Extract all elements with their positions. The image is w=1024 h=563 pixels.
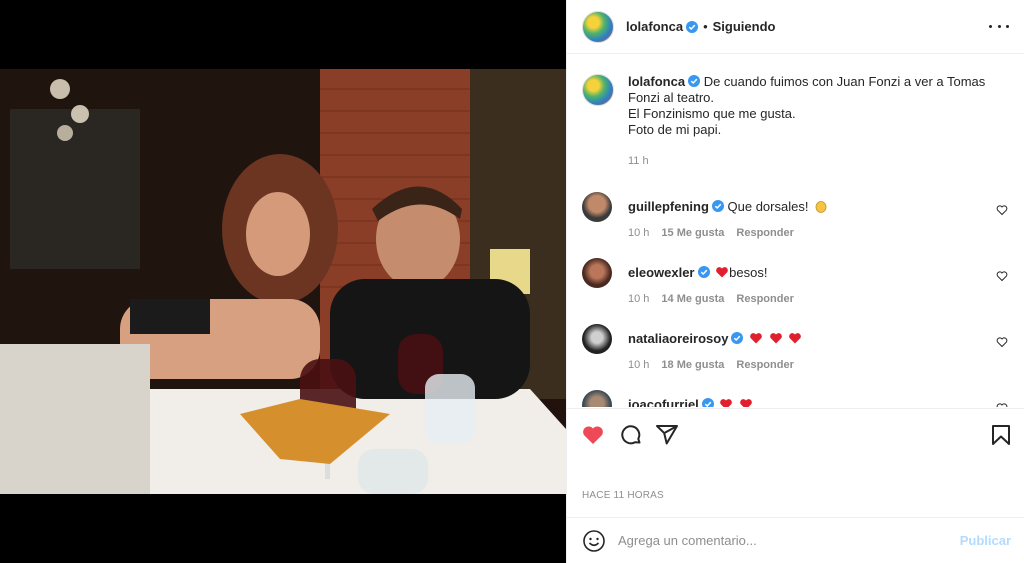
avatar[interactable] xyxy=(582,390,612,407)
comment-username[interactable]: eleowexler xyxy=(628,265,695,280)
comment-likes[interactable]: 14 Me gusta xyxy=(661,293,724,305)
avatar[interactable] xyxy=(582,10,614,43)
avatar[interactable] xyxy=(582,192,612,222)
share-icon[interactable] xyxy=(655,423,679,447)
comment-time[interactable]: 10 h xyxy=(628,359,649,371)
post-side-panel: lolafonca • Siguiendo lolafonca De cuand… xyxy=(566,0,1024,563)
comment-item: eleowexler besos! 10 h 14 Me gusta Respo… xyxy=(582,258,1012,305)
red-heart-emoji xyxy=(720,399,733,407)
heart-filled-icon[interactable] xyxy=(581,423,605,447)
avatar[interactable] xyxy=(582,258,612,288)
verified-badge-icon xyxy=(688,75,701,87)
caption-timestamp[interactable]: 11 h xyxy=(628,155,1012,167)
like-comment-heart-icon[interactable] xyxy=(996,204,1008,216)
add-comment-bar: Publicar xyxy=(567,517,1024,563)
comment-likes[interactable]: 18 Me gusta xyxy=(661,359,724,371)
like-comment-heart-icon[interactable] xyxy=(996,336,1008,348)
clapping-hands-emoji xyxy=(815,201,827,213)
post-photo[interactable] xyxy=(0,69,566,494)
post-comment-button[interactable]: Publicar xyxy=(960,533,1011,548)
avatar[interactable] xyxy=(582,324,612,354)
avatar[interactable] xyxy=(582,74,614,106)
emoji-icon[interactable] xyxy=(582,529,606,553)
comment-item: guillepfening Que dorsales! 10 h 15 Me g… xyxy=(582,192,1012,239)
like-comment-heart-icon[interactable] xyxy=(996,402,1008,407)
post-actions xyxy=(567,408,1024,458)
red-heart-emoji xyxy=(769,333,782,344)
media-area xyxy=(0,0,566,563)
verified-badge-icon xyxy=(697,266,710,278)
comment-body: Que dorsales! xyxy=(727,199,809,214)
following-button[interactable]: Siguiendo xyxy=(713,19,776,34)
comment-likes[interactable]: 15 Me gusta xyxy=(661,227,724,239)
comment-meta: 10 h 15 Me gusta Responder xyxy=(628,227,1012,239)
verified-badge-icon xyxy=(731,332,744,344)
post-modal: lolafonca • Siguiendo lolafonca De cuand… xyxy=(0,0,1024,563)
comment-text: joacofurriel xyxy=(628,390,1012,407)
comment-text: guillepfening Que dorsales! xyxy=(628,192,1012,215)
comment-meta: 10 h 18 Me gusta Responder xyxy=(628,359,1012,371)
red-heart-emoji xyxy=(740,399,752,407)
verified-badge-icon xyxy=(701,398,714,407)
verified-badge-icon xyxy=(686,20,699,33)
comment-time[interactable]: 10 h xyxy=(628,227,649,239)
header-user-info: lolafonca • Siguiendo xyxy=(626,19,775,34)
red-heart-emoji xyxy=(750,333,762,344)
comment-body: besos! xyxy=(729,265,768,280)
caption-username[interactable]: lolafonca xyxy=(628,74,685,89)
comment-item: joacofurriel xyxy=(582,390,1012,407)
comment-input[interactable] xyxy=(618,533,960,548)
comment-meta: 10 h 14 Me gusta Responder xyxy=(628,293,1012,305)
red-heart-emoji xyxy=(789,333,802,344)
comments-list: lolafonca De cuando fuimos con Juan Fonz… xyxy=(567,55,1024,407)
more-options-icon[interactable] xyxy=(989,18,1009,34)
reply-button[interactable]: Responder xyxy=(736,293,793,305)
comment-username[interactable]: nataliaoreirosoy xyxy=(628,331,728,346)
comment-text: eleowexler besos! xyxy=(628,258,1012,281)
post-caption: lolafonca De cuando fuimos con Juan Fonz… xyxy=(582,74,1012,167)
header-separator: • xyxy=(703,19,708,34)
caption-text: lolafonca De cuando fuimos con Juan Fonz… xyxy=(628,74,1012,138)
header-username[interactable]: lolafonca xyxy=(626,19,683,34)
post-header: lolafonca • Siguiendo xyxy=(567,0,1024,54)
comment-time[interactable]: 10 h xyxy=(628,293,649,305)
bookmark-icon[interactable] xyxy=(989,423,1013,447)
comment-text: nataliaoreirosoy xyxy=(628,324,1012,347)
photo-illustration xyxy=(0,69,566,494)
comment-username[interactable]: joacofurriel xyxy=(628,397,699,407)
reply-button[interactable]: Responder xyxy=(736,227,793,239)
reply-button[interactable]: Responder xyxy=(736,359,793,371)
comment-icon[interactable] xyxy=(619,423,643,447)
post-time-label[interactable]: HACE 11 HORAS xyxy=(582,490,664,501)
verified-badge-icon xyxy=(711,200,724,212)
comment-item: nataliaoreirosoy 10 h 18 Me gusta Respon… xyxy=(582,324,1012,371)
red-heart-emoji xyxy=(716,267,728,278)
comment-username[interactable]: guillepfening xyxy=(628,199,709,214)
like-comment-heart-icon[interactable] xyxy=(996,270,1008,282)
